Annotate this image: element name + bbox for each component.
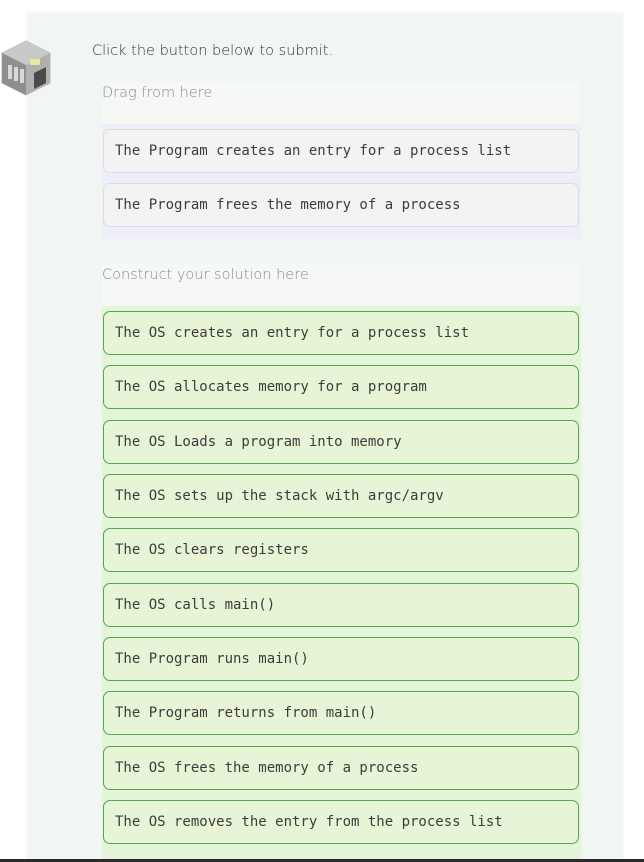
source-zone-label: Drag from here — [102, 82, 580, 124]
code-block[interactable]: The OS sets up the stack with argc/argv — [103, 474, 579, 518]
source-drop-zone[interactable]: The Program creates an entry for a proce… — [102, 124, 581, 239]
code-block[interactable]: The OS clears registers — [103, 528, 579, 572]
answer-zone-label: Construct your solution here — [102, 264, 580, 306]
code-block[interactable]: The OS Loads a program into memory — [103, 420, 579, 464]
isometric-room-icon — [0, 39, 52, 99]
code-block[interactable]: The OS removes the entry from the proces… — [103, 800, 579, 844]
answer-zone-label-text: Construct your solution here — [102, 267, 309, 283]
answer-drop-zone[interactable]: The OS creates an entry for a process li… — [102, 306, 581, 862]
instructions-text: Click the button below to submit. — [92, 43, 334, 59]
code-block[interactable]: The OS creates an entry for a process li… — [103, 311, 579, 355]
code-block[interactable]: The Program creates an entry for a proce… — [103, 129, 579, 173]
source-zone-label-text: Drag from here — [102, 85, 213, 101]
code-block[interactable]: The OS frees the memory of a process — [103, 746, 579, 790]
code-block[interactable]: The Program returns from main() — [103, 691, 579, 735]
code-block[interactable]: The Program frees the memory of a proces… — [103, 183, 579, 227]
code-block[interactable]: The Program runs main() — [103, 637, 579, 681]
code-block[interactable]: The OS allocates memory for a program — [103, 365, 579, 409]
code-block[interactable]: The OS calls main() — [103, 583, 579, 627]
